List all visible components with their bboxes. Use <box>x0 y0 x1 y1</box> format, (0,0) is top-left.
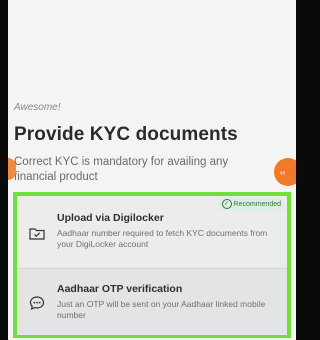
kyc-options-list: Upload via Digilocker Aadhaar number req… <box>13 192 291 338</box>
option-description: Aadhaar number required to fetch KYC doc… <box>57 228 268 249</box>
page-title: Provide KYC documents <box>14 124 238 145</box>
kyc-screen: Awesome! Provide KYC documents Correct K… <box>8 0 296 340</box>
side-fab-label: ‹‹ <box>280 167 286 177</box>
chat-bubble-icon <box>27 293 47 313</box>
subtitle: Awesome! <box>14 102 61 113</box>
folder-check-icon <box>27 223 47 243</box>
right-edge <box>296 0 301 340</box>
description: Correct KYC is mandatory for availing an… <box>14 156 229 183</box>
option-aadhaar-otp[interactable]: Aadhaar OTP verification Just an OTP wil… <box>17 268 287 335</box>
badge-label: Recommended <box>233 200 281 208</box>
option-digilocker[interactable]: Upload via Digilocker Aadhaar number req… <box>17 196 287 266</box>
side-fab-button[interactable]: ‹‹ <box>274 158 296 186</box>
recommended-badge: ✓ Recommended <box>218 198 285 210</box>
option-title: Aadhaar OTP verification <box>57 283 183 295</box>
option-description: Just an OTP will be sent on your Aadhaar… <box>57 299 266 320</box>
option-title: Upload via Digilocker <box>57 212 164 224</box>
check-circle-icon: ✓ <box>221 199 232 209</box>
